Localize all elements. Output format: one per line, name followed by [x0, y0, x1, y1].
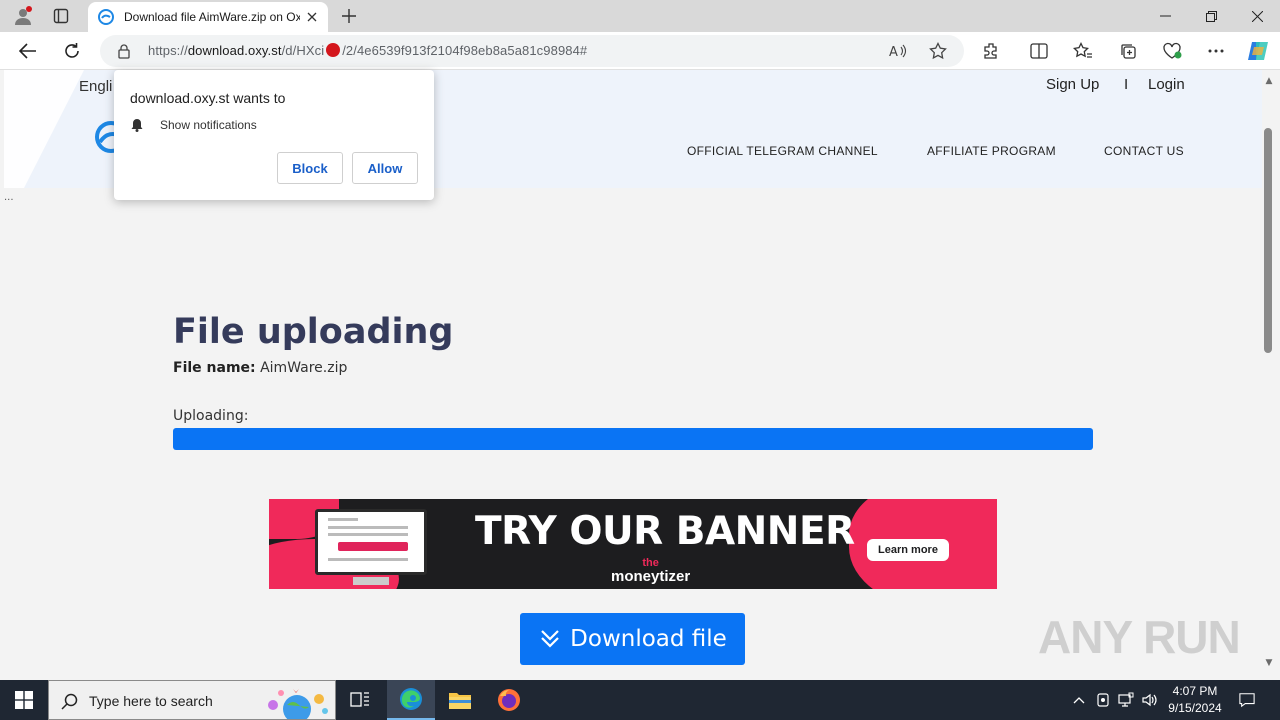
monitor-cta — [338, 542, 408, 551]
nav-affiliate-program[interactable]: AFFILIATE PROGRAM — [927, 144, 1056, 158]
split-screen-icon[interactable] — [1024, 36, 1054, 66]
allow-button[interactable]: Allow — [352, 152, 418, 184]
tray-volume-icon[interactable] — [1142, 692, 1158, 708]
copilot-icon[interactable] — [1243, 36, 1273, 66]
new-tab-button[interactable] — [336, 4, 362, 28]
upload-progress-fill — [173, 428, 1093, 450]
notification-permission-popup: download.oxy.st wants to Show notificati… — [114, 70, 434, 200]
monitor-line — [328, 518, 358, 521]
collections-icon[interactable] — [1113, 36, 1143, 66]
file-name-value: AimWare.zip — [260, 360, 348, 376]
clock-date: 9/15/2024 — [1168, 701, 1222, 715]
windows-logo-icon — [15, 691, 33, 709]
file-name-row: File name: AimWare.zip — [173, 360, 347, 376]
tray-network-icon[interactable] — [1118, 692, 1134, 708]
signup-link[interactable]: Sign Up — [1046, 76, 1099, 93]
search-icon — [61, 693, 78, 710]
notification-center-icon[interactable] — [1239, 692, 1255, 708]
close-tab-icon[interactable] — [304, 9, 320, 25]
taskbar-search-box[interactable]: Type here to search — [48, 680, 336, 720]
minimize-button[interactable] — [1142, 0, 1188, 32]
banner-brand-name: moneytizer — [611, 568, 691, 585]
read-aloud-icon[interactable]: A — [888, 41, 908, 61]
url-text[interactable]: https://download.oxy.st/d/HXci/2/4e6539f… — [148, 43, 587, 58]
page-title: File uploading — [173, 312, 454, 352]
url-path-end: /2/4e6539f913f2104f98eb8a5a81c98984# — [342, 43, 588, 58]
extensions-icon[interactable] — [976, 36, 1006, 66]
browser-tab-strip: Download file AimWare.zip on Oxy.st — [0, 0, 1280, 32]
url-path-start: /d/HXci — [281, 43, 325, 58]
scroll-down-arrow[interactable]: ▼ — [1264, 658, 1274, 668]
favorites-icon[interactable] — [1068, 36, 1098, 66]
search-highlight-art-icon — [268, 689, 328, 719]
banner-brand-logo: the moneytizer — [611, 557, 691, 585]
profile-icon[interactable] — [8, 4, 38, 28]
monitor-line — [328, 526, 408, 529]
download-file-button[interactable]: Download file — [520, 613, 745, 665]
download-file-label: Download file — [570, 626, 727, 652]
lock-icon[interactable] — [116, 43, 132, 59]
start-button[interactable] — [0, 680, 48, 720]
block-button[interactable]: Block — [277, 152, 343, 184]
back-button[interactable] — [13, 36, 43, 66]
settings-more-icon[interactable] — [1201, 36, 1231, 66]
url-scheme: https:// — [148, 43, 188, 58]
browser-toolbar: https://download.oxy.st/d/HXci/2/4e6539f… — [0, 32, 1280, 70]
chevrons-down-icon — [541, 630, 559, 648]
monitor-line — [328, 533, 408, 536]
windows-taskbar: Type here to search 4:07 PM 9/15/2024 — [0, 680, 1280, 720]
ellipsis-text: ... — [4, 192, 14, 203]
close-window-button[interactable] — [1234, 0, 1280, 32]
uploading-label: Uploading: — [173, 408, 249, 424]
svg-text:A: A — [889, 45, 898, 59]
address-bar[interactable]: https://download.oxy.st/d/HXci/2/4e6539f… — [100, 35, 964, 67]
tray-meet-now-icon[interactable] — [1095, 692, 1111, 708]
banner-learn-more-button[interactable]: Learn more — [867, 539, 949, 561]
header-decoration — [4, 70, 84, 188]
browser-essentials-icon[interactable] — [1157, 36, 1187, 66]
search-placeholder: Type here to search — [89, 693, 213, 709]
taskbar-firefox[interactable] — [485, 680, 533, 720]
banner-headline: TRY OUR BANNER — [475, 509, 855, 554]
taskbar-edge-app[interactable] — [387, 680, 435, 720]
tab-actions-icon[interactable] — [46, 4, 76, 28]
permission-request: Show notifications — [160, 118, 257, 132]
ad-banner[interactable]: TRY OUR BANNER the moneytizer Learn more — [269, 499, 997, 589]
nav-telegram-channel[interactable]: OFFICIAL TELEGRAM CHANNEL — [687, 144, 878, 158]
auth-separator: I — [1124, 76, 1129, 93]
monitor-line — [328, 558, 408, 561]
language-selector[interactable]: Engli — [79, 78, 112, 95]
favorite-star-icon[interactable] — [928, 41, 948, 61]
taskbar-clock[interactable]: 4:07 PM 9/15/2024 — [1162, 683, 1228, 717]
tab-title: Download file AimWare.zip on Oxy.st — [124, 10, 300, 24]
oxy-favicon-icon — [98, 9, 114, 25]
edge-browser-icon — [400, 688, 422, 710]
anyrun-watermark: ANY RUN — [1038, 611, 1241, 663]
browser-tab-active[interactable]: Download file AimWare.zip on Oxy.st — [88, 2, 328, 32]
banner-monitor-graphic — [315, 509, 427, 575]
folder-icon — [449, 693, 471, 709]
file-name-label: File name: — [173, 360, 256, 376]
permission-title: download.oxy.st wants to — [130, 90, 286, 106]
upload-progress-bar — [173, 428, 1093, 450]
restore-button[interactable] — [1188, 0, 1234, 32]
taskbar-file-explorer[interactable] — [436, 680, 484, 720]
clock-time: 4:07 PM — [1172, 684, 1218, 698]
refresh-button[interactable] — [57, 36, 87, 66]
tray-chevron-up-icon[interactable] — [1071, 692, 1087, 708]
url-domain: download.oxy.st — [187, 43, 282, 58]
task-view-button[interactable] — [336, 680, 384, 720]
nav-contact-us[interactable]: CONTACT US — [1104, 144, 1184, 158]
scrollbar-thumb[interactable] — [1264, 128, 1272, 353]
task-view-icon — [350, 692, 369, 707]
redaction-dot — [326, 43, 341, 57]
bell-icon — [131, 119, 143, 132]
scroll-up-arrow[interactable]: ▲ — [1264, 76, 1274, 86]
monitor-stand — [353, 577, 389, 585]
firefox-icon — [498, 689, 520, 711]
login-link[interactable]: Login — [1148, 76, 1185, 93]
